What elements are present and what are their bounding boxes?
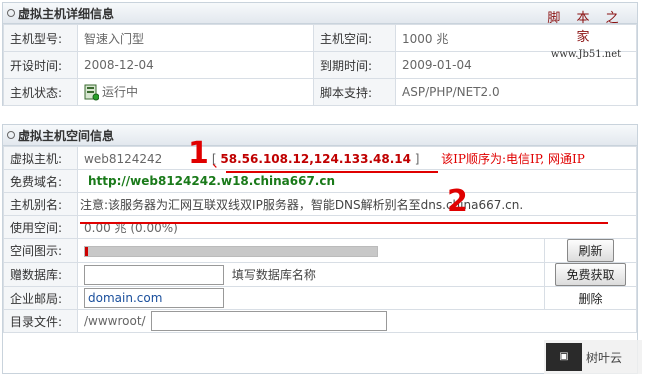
virtual-host-value: web8124242 <box>84 151 163 166</box>
host-status-label: 主机状态: <box>3 78 78 106</box>
table-row: 使用空间: 0.00 兆 (0.00%) <box>3 215 637 239</box>
server-status-icon <box>84 84 100 101</box>
used-space-value: 0.00 兆 (0.00%) <box>77 215 637 239</box>
dir-cell: /wwwroot/ <box>77 309 637 333</box>
free-get-button[interactable]: 免费获取 <box>555 263 626 286</box>
host-space-header: 虚拟主机空间信息 <box>3 125 637 146</box>
table-row: 主机别名: 注意:该服务器为汇网互联双线双IP服务器，智能DNS解析别名至dns… <box>3 192 637 216</box>
open-date-label: 开设时间: <box>3 51 78 79</box>
space-usage-bar <box>84 245 378 257</box>
host-model-label: 主机型号: <box>3 24 78 52</box>
space-chart-label: 空间图示: <box>3 238 78 263</box>
free-domain-label: 免费域名: <box>3 169 78 193</box>
gift-db-label: 赠数据库: <box>3 262 78 287</box>
host-model-value: 智速入门型 <box>77 24 314 52</box>
annotation-underline-1 <box>226 171 438 173</box>
table-row: 主机状态: 运行中 脚本支持: ASP/PHP/NET2.0 <box>3 78 637 106</box>
host-space-panel: 虚拟主机空间信息 虚拟主机: web8124242 [ 58.56.108.12… <box>2 124 638 374</box>
virtual-host-value-cell: web8124242 [ 58.56.108.12,124.133.48.14 … <box>77 146 637 170</box>
script-support-value: ASP/PHP/NET2.0 <box>395 78 637 106</box>
annotation-number-2: 2 <box>447 184 468 219</box>
open-date-value: 2008-12-04 <box>77 51 314 79</box>
watermark-title: 脚 本 之 家 <box>547 11 625 45</box>
host-detail-panel: 虚拟主机详细信息 主机型号: 智速入门型 主机空间: 1000 兆 开设时间: … <box>2 2 638 106</box>
mail-delete-link[interactable]: 删除 <box>578 292 602 306</box>
logo-mark-icon: ▣ <box>546 343 582 371</box>
gift-db-hint: 填写数据库名称 <box>231 267 316 282</box>
table-row: 空间图示: 刷新 <box>3 238 637 263</box>
mail-domain-input[interactable] <box>84 288 224 308</box>
corner-logo-text: 树叶云 <box>586 350 623 365</box>
gift-db-input[interactable] <box>84 264 224 285</box>
virtual-host-label: 虚拟主机: <box>3 146 78 170</box>
bullet-icon <box>7 9 15 17</box>
host-alias-note: 注意:该服务器为汇网互联双线双IP服务器，智能DNS解析别名至dns.china… <box>77 192 637 216</box>
ip-addresses: 58.56.108.12,124.133.48.14 <box>220 151 411 166</box>
mail-cell <box>77 286 545 310</box>
mail-label: 企业邮局: <box>3 286 78 310</box>
ip-order-note: 该IP顺序为:电信IP, 网通IP <box>441 151 585 166</box>
watermark-url: www.Jb51.net <box>550 49 622 60</box>
host-status-text: 运行中 <box>102 85 139 99</box>
free-domain-link[interactable]: http://web8124242.w18.china667.cn <box>88 174 335 188</box>
used-space-label: 使用空间: <box>3 215 78 239</box>
annotation-underline-2 <box>80 222 608 224</box>
table-row: 虚拟主机: web8124242 [ 58.56.108.12,124.133.… <box>3 146 637 170</box>
host-space-table: 虚拟主机: web8124242 [ 58.56.108.12,124.133.… <box>3 146 637 333</box>
bullet-icon <box>7 131 15 139</box>
dir-file-input[interactable] <box>151 311 388 331</box>
corner-logo: ▣ 树叶云 <box>544 340 642 374</box>
host-space-title: 虚拟主机空间信息 <box>18 128 115 143</box>
script-support-label: 脚本支持: <box>313 78 396 106</box>
dir-label: 目录文件: <box>3 309 78 333</box>
table-row: 目录文件: /wwwroot/ <box>3 309 637 333</box>
space-usage-fill <box>85 246 88 256</box>
table-row: 赠数据库: 填写数据库名称 免费获取 <box>3 262 637 287</box>
table-row: 企业邮局: 删除 <box>3 286 637 310</box>
expire-date-label: 到期时间: <box>313 51 396 79</box>
jb51-watermark: 脚 本 之 家 www.Jb51.net <box>539 7 633 60</box>
host-alias-label: 主机别名: <box>3 192 78 216</box>
host-status-value: 运行中 <box>77 78 314 106</box>
host-space-label: 主机空间: <box>313 24 396 52</box>
dir-path: /wwwroot/ <box>84 314 146 328</box>
annotation-number-1: 1 <box>188 136 209 171</box>
gift-db-cell: 填写数据库名称 <box>77 262 545 287</box>
space-chart-cell <box>77 238 545 263</box>
annotation-dot: 、 <box>212 155 226 171</box>
host-detail-title: 虚拟主机详细信息 <box>18 6 115 21</box>
refresh-button[interactable]: 刷新 <box>567 239 614 262</box>
